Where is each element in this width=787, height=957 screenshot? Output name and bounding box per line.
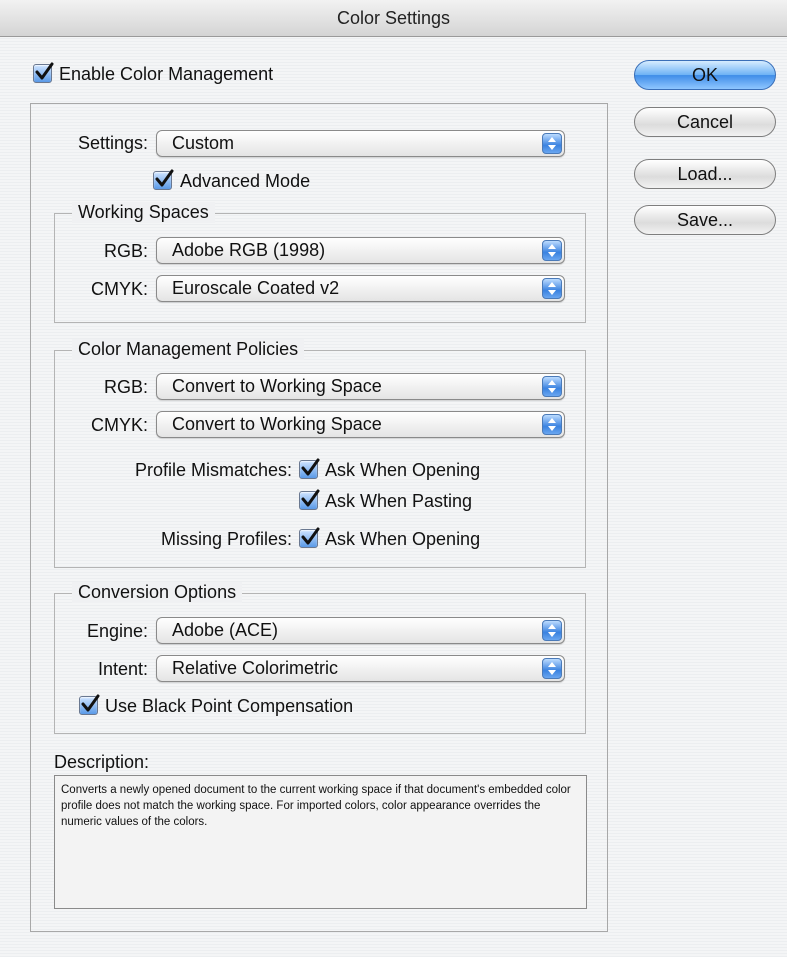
policy-rgb-label: RGB: [103, 377, 148, 397]
checkmark-icon [300, 527, 320, 547]
popup-arrows-icon [542, 278, 562, 299]
policy-rgb-popup[interactable]: Convert to Working Space [156, 373, 565, 400]
profile-mismatches-label: Profile Mismatches: [134, 460, 292, 480]
conversion-title: Conversion Options [72, 582, 243, 603]
ws-rgb-label: RGB: [103, 241, 148, 261]
ws-cmyk-label: CMYK: [90, 279, 148, 299]
mismatch-ask-opening-label: Ask When Opening [325, 460, 481, 480]
advanced-mode-label: Advanced Mode [180, 171, 311, 191]
policies-title: Color Management Policies [72, 339, 305, 360]
popup-arrows-icon [542, 133, 562, 154]
ok-button[interactable]: OK [634, 60, 776, 90]
black-point-label: Use Black Point Compensation [105, 696, 354, 716]
policy-cmyk-popup[interactable]: Convert to Working Space [156, 411, 565, 438]
window-title: Color Settings [0, 0, 787, 37]
description-text: Converts a newly opened document to the … [61, 784, 571, 828]
intent-value: Relative Colorimetric [172, 658, 339, 678]
popup-arrows-icon [542, 658, 562, 679]
description-box: Converts a newly opened document to the … [54, 775, 587, 909]
mismatch-ask-pasting-label: Ask When Pasting [325, 491, 473, 511]
missing-ask-opening-checkbox[interactable] [299, 529, 318, 548]
checkmark-icon [34, 62, 54, 82]
mismatch-ask-opening-checkbox[interactable] [299, 460, 318, 479]
settings-label: Settings: [77, 133, 148, 153]
save-button[interactable]: Save... [634, 205, 776, 235]
working-spaces-group [54, 213, 586, 323]
checkmark-icon [80, 694, 100, 714]
settings-value: Custom [172, 133, 235, 153]
popup-arrows-icon [542, 414, 562, 435]
enable-color-management-checkbox[interactable] [33, 64, 52, 83]
checkmark-icon [300, 489, 320, 509]
checkmark-icon [154, 169, 174, 189]
load-button[interactable]: Load... [634, 159, 776, 189]
popup-arrows-icon [542, 620, 562, 641]
engine-value: Adobe (ACE) [172, 620, 279, 640]
black-point-checkbox[interactable] [79, 696, 98, 715]
working-spaces-title: Working Spaces [72, 202, 215, 223]
missing-ask-opening-label: Ask When Opening [325, 529, 481, 549]
checkmark-icon [300, 458, 320, 478]
cancel-button[interactable]: Cancel [634, 107, 776, 137]
policy-cmyk-value: Convert to Working Space [172, 414, 382, 434]
policy-cmyk-label: CMYK: [90, 415, 148, 435]
engine-label: Engine: [86, 621, 148, 641]
policy-rgb-value: Convert to Working Space [172, 376, 382, 396]
engine-popup[interactable]: Adobe (ACE) [156, 617, 565, 644]
ws-rgb-popup[interactable]: Adobe RGB (1998) [156, 237, 565, 264]
ws-cmyk-popup[interactable]: Euroscale Coated v2 [156, 275, 565, 302]
settings-popup[interactable]: Custom [156, 130, 565, 157]
description-label: Description: [54, 752, 150, 772]
popup-arrows-icon [542, 376, 562, 397]
enable-color-management-label: Enable Color Management [59, 64, 274, 84]
intent-popup[interactable]: Relative Colorimetric [156, 655, 565, 682]
intent-label: Intent: [97, 659, 148, 679]
advanced-mode-checkbox[interactable] [153, 171, 172, 190]
ws-cmyk-value: Euroscale Coated v2 [172, 278, 340, 298]
mismatch-ask-pasting-checkbox[interactable] [299, 491, 318, 510]
missing-profiles-label: Missing Profiles: [160, 529, 292, 549]
ws-rgb-value: Adobe RGB (1998) [172, 240, 326, 260]
popup-arrows-icon [542, 240, 562, 261]
